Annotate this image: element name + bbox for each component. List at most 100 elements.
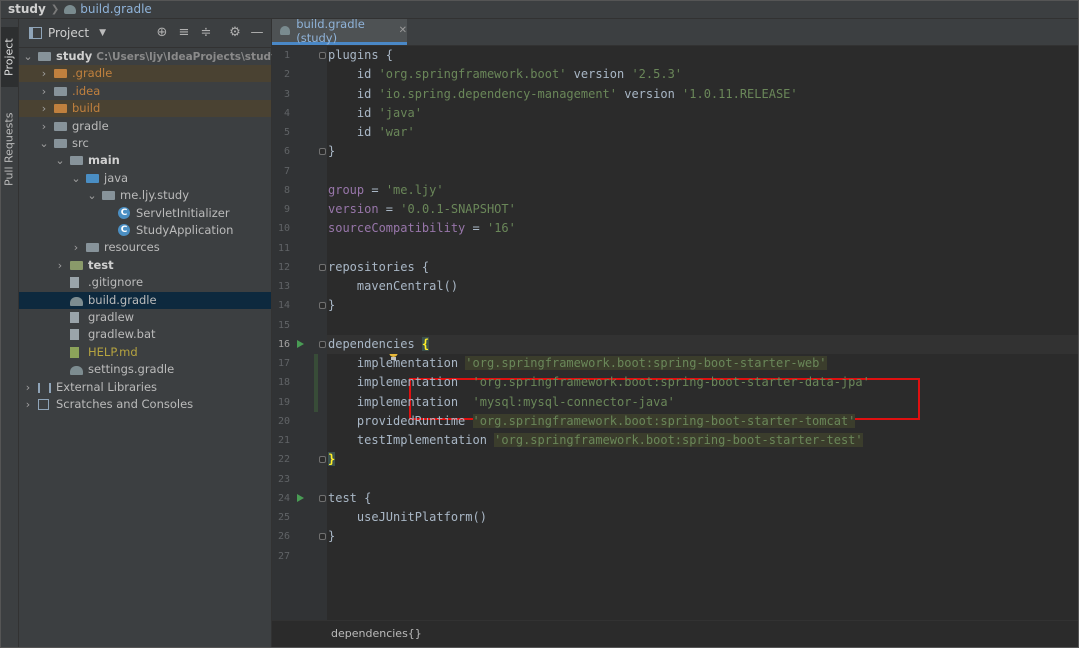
run-gutter-icon[interactable] bbox=[297, 339, 304, 348]
chevron-right-icon: ❯ bbox=[50, 3, 60, 15]
tree-item[interactable]: › External Libraries bbox=[19, 379, 271, 396]
chevron-down-icon[interactable]: ⌄ bbox=[39, 135, 49, 152]
tree-item-text: test bbox=[88, 257, 114, 272]
tree-item-label: gradlew.bat bbox=[88, 326, 156, 343]
line-number: 8 bbox=[283, 184, 290, 196]
chevron-down-icon[interactable]: ⌄ bbox=[87, 187, 97, 204]
chevron-right-icon[interactable]: › bbox=[39, 118, 49, 135]
code-token: = bbox=[364, 182, 386, 197]
fold-marker-icon[interactable] bbox=[319, 456, 326, 464]
source-folder-icon bbox=[86, 173, 99, 183]
chevron-down-icon[interactable]: ⌄ bbox=[55, 152, 65, 169]
fold-marker-icon[interactable] bbox=[319, 302, 326, 310]
chevron-right-icon[interactable]: › bbox=[71, 239, 81, 256]
tree-item[interactable]: C StudyApplication bbox=[19, 222, 271, 239]
tree-item-label: test bbox=[88, 257, 114, 274]
chevron-right-icon[interactable]: › bbox=[23, 379, 33, 396]
breadcrumb-file[interactable]: build.gradle bbox=[80, 2, 152, 16]
project-tool-window-button[interactable]: Project bbox=[0, 27, 18, 87]
tree-item[interactable]: gradlew bbox=[19, 309, 271, 326]
chevron-down-icon[interactable]: ▼ bbox=[99, 28, 106, 38]
tree-item[interactable]: gradlew.bat bbox=[19, 326, 271, 343]
tree-item[interactable]: ⌄ java bbox=[19, 170, 271, 187]
library-icon bbox=[38, 382, 51, 393]
tree-item[interactable]: C ServletInitializer bbox=[19, 205, 271, 222]
code-editor[interactable]: plugins { id 'org.springframework.boot' … bbox=[319, 46, 1079, 621]
code-line-text: } bbox=[328, 527, 335, 546]
chevron-right-icon[interactable]: › bbox=[39, 65, 49, 82]
code-token: test { bbox=[328, 490, 372, 505]
tree-item[interactable]: ⌄ src bbox=[19, 135, 271, 152]
line-number: 26 bbox=[277, 531, 290, 543]
tree-item[interactable]: ⌄ study C:\Users\ljy\IdeaProjects\study bbox=[19, 48, 278, 65]
gradle-icon bbox=[70, 366, 83, 376]
minimize-icon[interactable]: — bbox=[249, 25, 265, 40]
fold-marker-icon[interactable] bbox=[319, 263, 326, 271]
chevron-down-icon[interactable]: ⌄ bbox=[71, 170, 81, 187]
chevron-right-icon[interactable]: › bbox=[23, 396, 33, 413]
line-number: 21 bbox=[277, 435, 290, 446]
tree-item[interactable]: › resources bbox=[19, 239, 271, 256]
tree-item-label: main bbox=[88, 152, 120, 169]
tree-item[interactable]: › gradle bbox=[19, 118, 271, 135]
tree-item[interactable]: .gitignore bbox=[19, 274, 271, 291]
vcs-change-marker[interactable] bbox=[314, 354, 318, 412]
code-line-text: mavenCentral() bbox=[328, 277, 458, 296]
tree-item[interactable]: build.gradle bbox=[19, 291, 271, 309]
editor-tab-bar: build.gradle (study) ✕ bbox=[272, 16, 1079, 46]
chevron-down-icon[interactable]: ⌄ bbox=[23, 48, 33, 65]
tab-build-gradle[interactable]: build.gradle (study) ✕ bbox=[272, 16, 407, 45]
tree-item[interactable]: › .idea bbox=[19, 83, 271, 100]
breadcrumb-project[interactable]: study bbox=[8, 2, 46, 16]
expand-all-icon[interactable]: ≡ bbox=[176, 25, 192, 40]
code-token: 'me.ljy' bbox=[385, 182, 444, 197]
tree-item-label: settings.gradle bbox=[88, 361, 174, 378]
class-icon: C bbox=[118, 206, 130, 219]
code-token: id bbox=[328, 125, 379, 139]
fold-marker-icon[interactable] bbox=[319, 52, 326, 59]
collapse-all-icon[interactable]: ≑ bbox=[198, 25, 214, 40]
tree-item[interactable]: ⌄ main bbox=[19, 152, 271, 169]
tree-item[interactable]: › .gradle bbox=[19, 65, 271, 83]
locate-icon[interactable]: ⊕ bbox=[154, 25, 170, 40]
line-number: 1 bbox=[283, 50, 290, 61]
tree-item[interactable]: › build bbox=[19, 100, 271, 118]
tab-label: build.gradle (study) bbox=[296, 16, 365, 45]
chevron-right-icon[interactable]: › bbox=[39, 100, 49, 117]
pull-requests-tool-window-button[interactable]: Pull Requests bbox=[0, 111, 18, 187]
fold-marker-icon[interactable] bbox=[319, 533, 326, 541]
code-token: 'org.springframework.boot:spring-boot-st… bbox=[494, 433, 863, 447]
gradle-icon bbox=[64, 4, 77, 14]
test-folder-icon bbox=[70, 260, 83, 270]
fold-marker-icon[interactable] bbox=[319, 494, 326, 502]
gear-icon[interactable]: ⚙ bbox=[227, 25, 243, 40]
fold-marker-icon[interactable] bbox=[319, 340, 326, 348]
chevron-right-icon[interactable]: › bbox=[55, 257, 65, 274]
code-token: providedRuntime bbox=[328, 413, 473, 428]
tree-item-text: gradle bbox=[72, 118, 109, 133]
tree-item-text: Scratches and Consoles bbox=[56, 397, 194, 411]
fold-marker-icon[interactable] bbox=[319, 148, 326, 156]
tree-item[interactable]: › Scratches and Consoles bbox=[19, 396, 271, 413]
code-line[interactable]: dependencies { bbox=[319, 334, 1079, 354]
excluded-folder-icon bbox=[54, 69, 67, 79]
tree-item[interactable]: HELP.md bbox=[19, 344, 271, 361]
tree-item-label: .idea bbox=[72, 83, 100, 100]
line-number: 19 bbox=[277, 396, 290, 408]
code-token: useJUnitPlatform() bbox=[328, 510, 487, 524]
close-icon[interactable]: ✕ bbox=[399, 25, 407, 36]
line-number: 25 bbox=[277, 512, 290, 523]
line-number: 27 bbox=[277, 550, 290, 562]
chevron-right-icon[interactable]: › bbox=[39, 83, 49, 100]
line-number: 16 bbox=[277, 338, 290, 350]
code-token: = bbox=[378, 202, 401, 216]
tree-item[interactable]: ⌄ me.ljy.study bbox=[19, 187, 271, 204]
tree-item[interactable]: settings.gradle bbox=[19, 361, 271, 378]
code-token: = bbox=[465, 221, 487, 236]
code-token: version bbox=[566, 67, 632, 82]
code-breadcrumb[interactable]: dependencies{} bbox=[331, 627, 422, 640]
file-icon bbox=[70, 312, 79, 323]
run-gutter-icon[interactable] bbox=[297, 493, 304, 502]
project-view-selector[interactable]: Project bbox=[48, 26, 89, 40]
tree-item[interactable]: › test bbox=[19, 257, 271, 274]
